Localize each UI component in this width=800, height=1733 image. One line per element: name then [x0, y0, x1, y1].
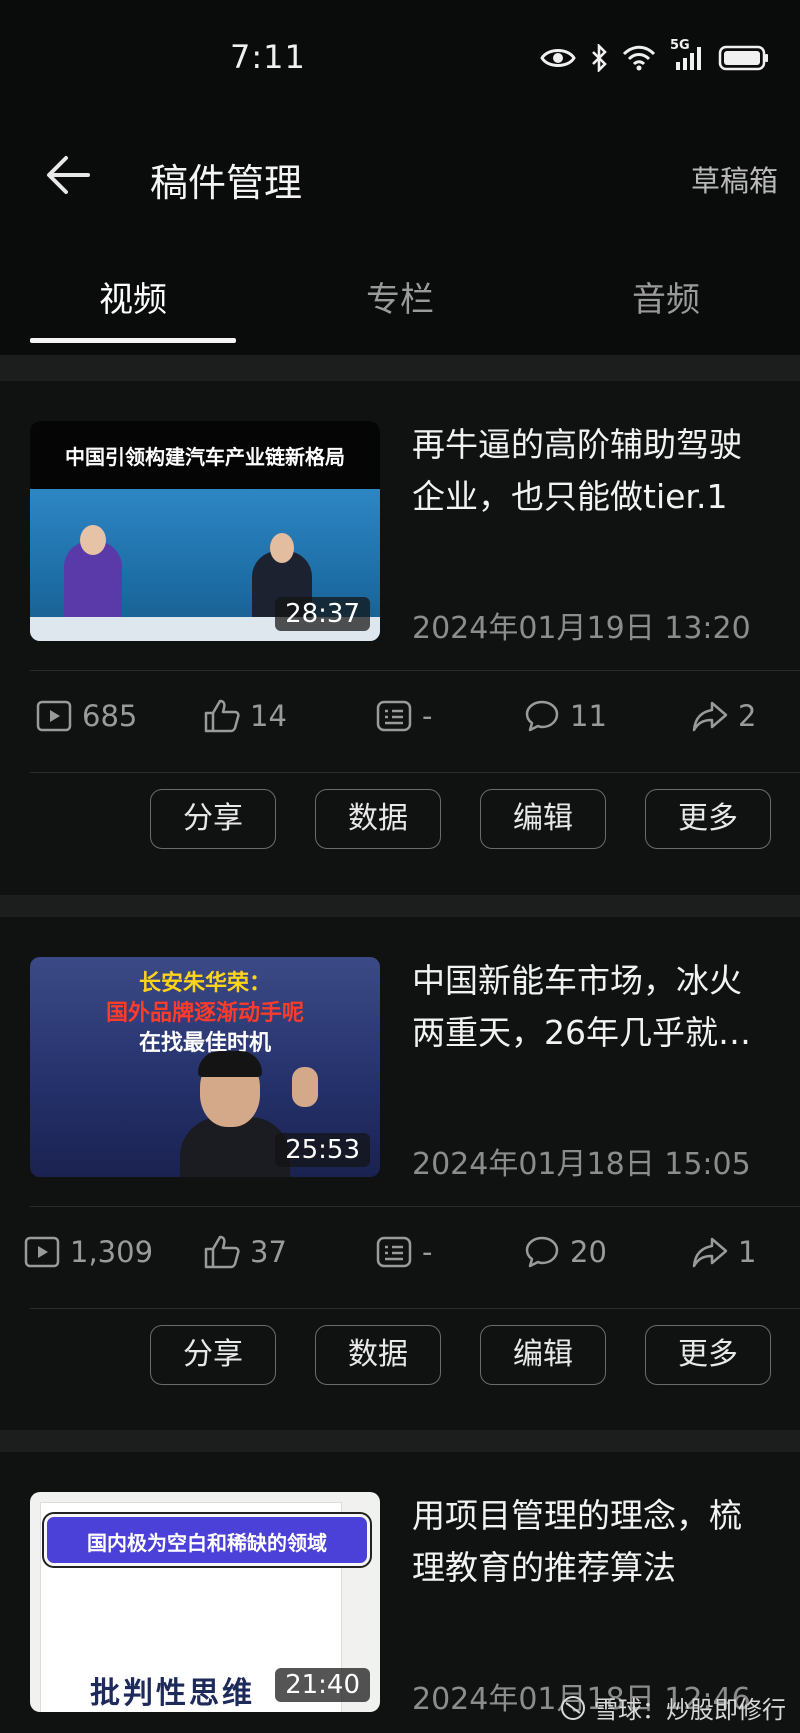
danmaku-icon	[376, 1236, 412, 1268]
stat-danmaku: -	[376, 699, 432, 733]
danmaku-count: -	[422, 699, 433, 733]
tab-bar: 视频 专栏 音频	[0, 250, 800, 345]
stat-likes: 37	[204, 1235, 287, 1269]
share-icon	[692, 1237, 728, 1268]
video-duration: 25:53	[275, 1133, 370, 1167]
section-separator	[0, 355, 800, 381]
status-icons: 5G	[540, 38, 770, 72]
stat-likes: 14	[204, 699, 287, 733]
stat-plays: 1,309	[24, 1235, 153, 1269]
thumbnail-caption: 国内极为空白和稀缺的领域	[87, 1531, 327, 1555]
comments-count: 20	[570, 1235, 607, 1269]
video-title[interactable]: 中国新能车市场，冰火两重天，26年几乎就…	[412, 955, 767, 1059]
speaker-hand	[292, 1067, 318, 1107]
speaker-hair	[198, 1051, 262, 1077]
play-icon	[24, 1236, 60, 1268]
video-date: 2024年01月18日 15:05	[412, 1147, 751, 1182]
anchor-left-head	[80, 525, 106, 555]
snowball-logo-icon	[561, 1695, 585, 1720]
edit-button[interactable]: 编辑	[480, 789, 606, 849]
share-icon	[692, 701, 728, 732]
back-button[interactable]	[44, 150, 94, 200]
plays-count: 685	[82, 699, 138, 733]
video-duration: 28:37	[275, 597, 370, 631]
video-card[interactable]: 长安朱华荣： 国外品牌逐渐动手呢 在找最佳时机 25:53 中国新能车市场，冰火…	[0, 917, 800, 1437]
video-thumbnail[interactable]: 长安朱华荣： 国外品牌逐渐动手呢 在找最佳时机 25:53	[30, 957, 380, 1177]
video-thumbnail[interactable]: 国内极为空白和稀缺的领域 批判性思维 21:40	[30, 1492, 380, 1712]
data-button[interactable]: 数据	[315, 1325, 441, 1385]
back-arrow-icon	[47, 156, 90, 194]
bluetooth-icon	[592, 44, 607, 72]
thumbs-up-icon	[204, 699, 240, 733]
watermark: 雪球：炒股即修行	[560, 1690, 786, 1725]
more-button[interactable]: 更多	[645, 789, 771, 849]
stat-shares: 1	[692, 1235, 756, 1269]
page-title: 稿件管理	[150, 161, 303, 205]
drafts-button[interactable]: 草稿箱	[691, 158, 778, 200]
shares-count: 2	[738, 699, 757, 733]
eye-icon	[540, 49, 576, 67]
comments-count: 11	[570, 699, 607, 733]
status-bar: 7:11 5G	[0, 0, 800, 120]
card-divider	[30, 772, 800, 773]
card-divider	[30, 1308, 800, 1309]
battery-icon	[718, 45, 768, 71]
thumbnail-caption-line: 在找最佳时机	[138, 1031, 271, 1056]
shares-count: 1	[738, 1235, 757, 1269]
video-thumbnail[interactable]: 中国引领构建汽车产业链新格局 28:37	[30, 421, 380, 641]
play-icon	[36, 700, 72, 732]
stat-plays: 685	[36, 699, 137, 733]
tab-video[interactable]: 视频	[33, 272, 233, 321]
thumbnail-caption-banner: 国内极为空白和稀缺的领域	[44, 1514, 370, 1566]
signal-icon: 5G	[670, 38, 704, 72]
card-actions: 分享 数据 编辑 更多	[0, 1325, 800, 1395]
book-title: 批判性思维	[90, 1676, 255, 1711]
tab-column[interactable]: 专栏	[300, 272, 500, 321]
more-button[interactable]: 更多	[645, 1325, 771, 1385]
anchor-right-head	[270, 533, 294, 563]
section-separator	[0, 1430, 800, 1452]
active-tab-indicator	[30, 338, 236, 343]
video-stats: 1,309 37 - 20 1	[0, 1207, 800, 1307]
share-button[interactable]: 分享	[150, 789, 276, 849]
stat-danmaku: -	[376, 1235, 432, 1269]
thumbnail-caption-line: 国外品牌逐渐动手呢	[105, 1001, 304, 1026]
wifi-icon	[622, 45, 656, 71]
video-stats: 685 14 - 11 2	[0, 671, 800, 771]
thumbnail-caption-line: 长安朱华荣：	[138, 971, 271, 996]
plays-count: 1,309	[70, 1235, 154, 1269]
app-bar: 稿件管理 草稿箱	[0, 120, 800, 230]
tab-audio[interactable]: 音频	[566, 272, 766, 321]
section-separator	[0, 895, 800, 917]
danmaku-count: -	[422, 1235, 433, 1269]
likes-count: 37	[250, 1235, 287, 1269]
edit-button[interactable]: 编辑	[480, 1325, 606, 1385]
thumbs-up-icon	[204, 1235, 240, 1269]
data-button[interactable]: 数据	[315, 789, 441, 849]
stat-comments: 11	[524, 699, 607, 733]
video-title[interactable]: 再牛逼的高阶辅助驾驶企业，也只能做tier.1	[412, 419, 767, 523]
likes-count: 14	[250, 699, 287, 733]
share-button[interactable]: 分享	[150, 1325, 276, 1385]
danmaku-icon	[376, 700, 412, 732]
status-time: 7:11	[230, 38, 306, 76]
comment-icon	[525, 1236, 559, 1268]
thumbnail-caption-banner: 中国引领构建汽车产业链新格局	[30, 421, 380, 489]
stat-comments: 20	[524, 1235, 607, 1269]
video-duration: 21:40	[275, 1668, 370, 1702]
video-title[interactable]: 用项目管理的理念，梳理教育的推荐算法	[412, 1490, 767, 1594]
video-date: 2024年01月19日 13:20	[412, 611, 751, 646]
stat-shares: 2	[692, 699, 756, 733]
thumbnail-caption: 中国引领构建汽车产业链新格局	[65, 445, 345, 469]
video-card[interactable]: 中国引领构建汽车产业链新格局 28:37 再牛逼的高阶辅助驾驶企业，也只能做ti…	[0, 381, 800, 901]
watermark-text: 雪球：炒股即修行	[594, 1696, 786, 1724]
card-actions: 分享 数据 编辑 更多	[0, 789, 800, 859]
comment-icon	[525, 700, 559, 732]
